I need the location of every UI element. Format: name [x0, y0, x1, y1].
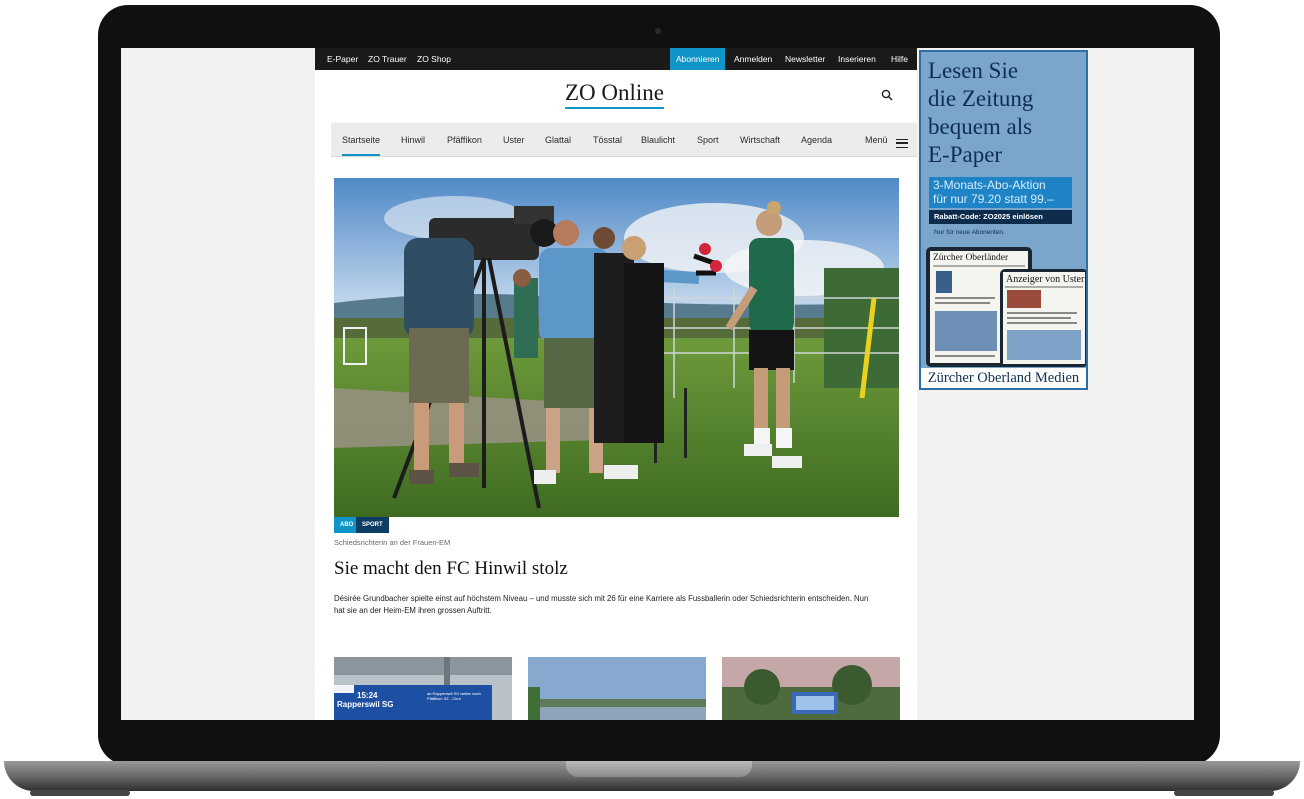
link-login[interactable]: Anmelden: [734, 54, 772, 64]
ad-note: Nur für neue Abonenten.: [934, 229, 1005, 236]
menu-label[interactable]: Menü: [865, 135, 888, 145]
article-kicker: Schiedsrichterin an der Frauen-EM: [334, 538, 451, 547]
hero-image[interactable]: [334, 178, 899, 517]
station-board-image: [334, 657, 512, 720]
laptop-foot: [1174, 790, 1274, 796]
nav-item-pfaeffikon[interactable]: Pfäffikon: [447, 135, 482, 145]
board-destination: Rapperswil SG: [337, 700, 394, 709]
news-site: E-Paper ZO Trauer ZO Shop Abonnieren Anm…: [315, 48, 917, 720]
link-zo-trauer[interactable]: ZO Trauer: [368, 54, 407, 64]
board-info: ab Rapperswil SG weiter nach Pfäffikon S…: [427, 691, 481, 701]
laptop-foot: [30, 790, 130, 796]
newspaper-preview-image: [1005, 286, 1083, 360]
teaser-thumbnail-1[interactable]: 15:24 Rapperswil SG ab Rapperswil SG wei…: [334, 657, 512, 720]
nav-item-startseite[interactable]: Startseite: [342, 135, 381, 156]
nav-item-hinwil[interactable]: Hinwil: [401, 135, 425, 145]
ad-offer-line: 3-Monats-Abo-Aktion: [933, 178, 1046, 192]
nav-item-agenda[interactable]: Agenda: [801, 135, 832, 145]
top-bar: E-Paper ZO Trauer ZO Shop Abonnieren Anm…: [315, 48, 917, 70]
browser-screen: E-Paper ZO Trauer ZO Shop Abonnieren Anm…: [121, 48, 1194, 720]
ad-headline: Lesen Sie die Zeitung bequem als E-Paper: [928, 57, 1033, 169]
main-navigation: Startseite Hinwil Pfäffikon Uster Glatta…: [331, 123, 917, 157]
ad-offer-line: für nur 79.20 statt 99.–: [933, 192, 1054, 206]
link-epaper[interactable]: E-Paper: [327, 54, 358, 64]
nav-item-wirtschaft[interactable]: Wirtschaft: [740, 135, 780, 145]
ad-headline-line: bequem als: [928, 114, 1033, 139]
link-newsletter[interactable]: Newsletter: [785, 54, 825, 64]
teaser-thumbnail-2[interactable]: [528, 657, 706, 720]
sport-badge[interactable]: SPORT: [356, 517, 389, 533]
link-help[interactable]: Hilfe: [891, 54, 908, 64]
nav-item-toesstal[interactable]: Tösstal: [593, 135, 622, 145]
teaser-thumbnail-3[interactable]: [722, 657, 900, 720]
board-time: 15:24: [357, 691, 378, 700]
camera-dot: [655, 28, 661, 34]
article-lead[interactable]: Désirée Grundbacher spielte einst auf hö…: [334, 593, 879, 617]
nav-item-sport[interactable]: Sport: [697, 135, 719, 145]
nav-item-glattal[interactable]: Glattal: [545, 135, 571, 145]
subscribe-button[interactable]: Abonnieren: [670, 48, 726, 70]
search-icon[interactable]: [881, 89, 893, 101]
link-advertise[interactable]: Inserieren: [838, 54, 876, 64]
link-zo-shop[interactable]: ZO Shop: [417, 54, 451, 64]
ad-discount-code[interactable]: Rabatt-Code: ZO2025 einlösen: [929, 210, 1072, 224]
ad-headline-line: Lesen Sie: [928, 58, 1019, 83]
lake-image: [528, 657, 706, 720]
open-air-cinema-image: [722, 657, 900, 720]
ad-tablet-anzeiger-von-uster: Anzeiger von Uster: [1000, 269, 1086, 367]
ad-headline-line: die Zeitung: [928, 86, 1034, 111]
ad-brand: Zürcher Oberland Medien: [921, 368, 1086, 388]
nav-item-uster[interactable]: Uster: [503, 135, 525, 145]
nav-item-blaulicht[interactable]: Blaulicht: [641, 135, 675, 145]
hamburger-menu-icon[interactable]: [896, 139, 908, 148]
ad-offer-box: 3-Monats-Abo-Aktion für nur 79.20 statt …: [929, 177, 1072, 208]
epaper-advertisement[interactable]: Lesen Sie die Zeitung bequem als E-Paper…: [919, 50, 1088, 390]
laptop-notch: [566, 761, 752, 777]
header: ZO Online: [315, 70, 917, 120]
ad-tablet-screen: Anzeiger von Uster: [1003, 272, 1085, 364]
site-logo[interactable]: ZO Online: [565, 80, 665, 109]
article-headline[interactable]: Sie macht den FC Hinwil stolz: [334, 558, 568, 580]
ad-headline-line: E-Paper: [928, 142, 1003, 167]
